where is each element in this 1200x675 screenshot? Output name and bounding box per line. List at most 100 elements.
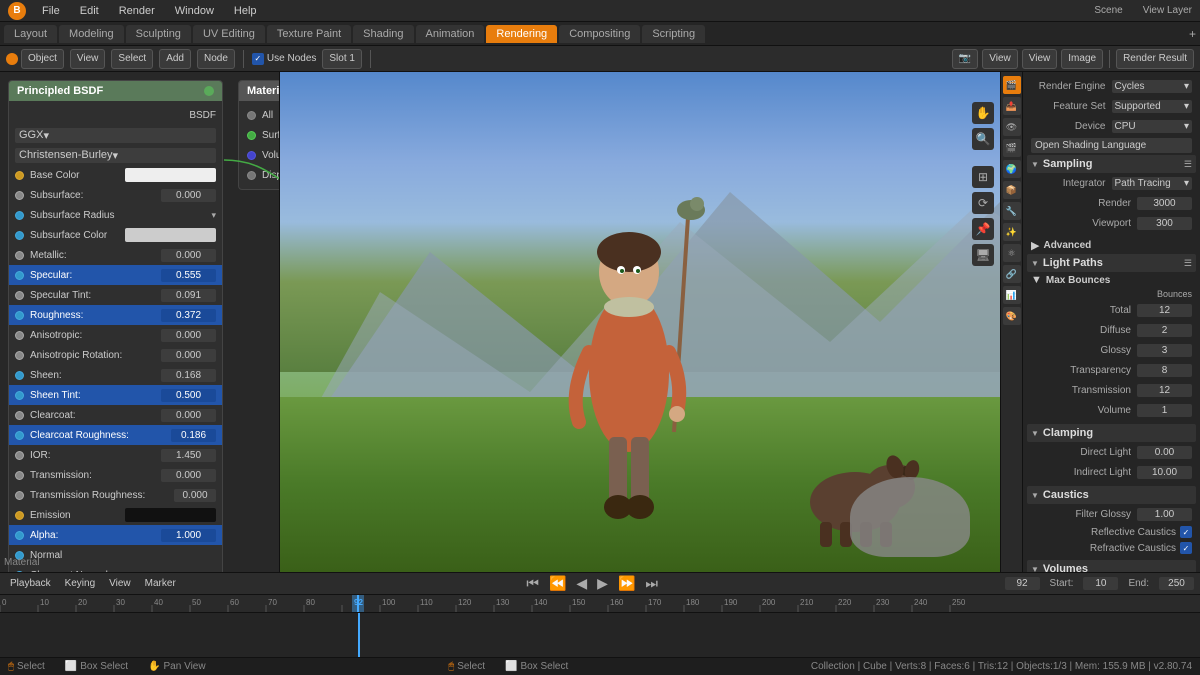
node-row-base-color[interactable]: Base Color — [9, 165, 222, 185]
subsurface-field[interactable] — [161, 189, 216, 202]
render-view-icon[interactable]: 📷 — [952, 49, 978, 69]
transmission-bounces-value[interactable]: 12 — [1137, 384, 1192, 397]
render-view[interactable]: ✋ 🔍 ⊞ ⟳ 📌 🖥 — [280, 72, 1000, 572]
tl-view-menu[interactable]: View — [105, 576, 135, 591]
sampling-header[interactable]: ▼ Sampling ☰ — [1027, 155, 1196, 173]
use-nodes-checkbox[interactable]: ✓ Use Nodes — [252, 53, 316, 65]
subsurface-method-select[interactable]: Christensen-Burley ▾ — [15, 148, 216, 163]
node-row-emission[interactable]: Emission — [9, 505, 222, 525]
light-paths-header[interactable]: ▼ Light Paths ☰ — [1027, 254, 1196, 272]
metallic-field[interactable] — [161, 249, 216, 262]
prop-icon-data[interactable]: 📊 — [1003, 286, 1021, 304]
tab-animation[interactable]: Animation — [416, 25, 485, 43]
tl-playback-menu[interactable]: Playback — [6, 576, 55, 591]
viewport-samples-value[interactable]: 300 — [1137, 217, 1192, 230]
diffuse-value[interactable]: 2 — [1137, 324, 1192, 337]
mat-out-row-all[interactable]: All — [239, 105, 279, 125]
alpha-field[interactable] — [161, 529, 216, 542]
timeline-track-area[interactable]: 0 10 20 30 40 50 60 70 80 — [0, 595, 1200, 657]
tab-rendering[interactable]: Rendering — [486, 25, 557, 43]
render-view-btn2[interactable]: View — [1022, 49, 1058, 69]
node-row-normal[interactable]: Normal — [9, 545, 222, 565]
render-samples-value[interactable]: 3000 — [1137, 197, 1192, 210]
sheen-field[interactable] — [161, 369, 216, 382]
render-view-btn[interactable]: View — [982, 49, 1018, 69]
volume-value[interactable]: 1 — [1137, 404, 1192, 417]
tab-shading[interactable]: Shading — [353, 25, 413, 43]
volumes-header[interactable]: ▼ Volumes — [1027, 560, 1196, 572]
render-icon-hand[interactable]: ✋ — [972, 102, 994, 124]
prop-icon-output[interactable]: 📤 — [1003, 97, 1021, 115]
view-layer-selector[interactable]: View Layer — [1143, 5, 1192, 16]
mat-out-row-displacement[interactable]: Displacement — [239, 165, 279, 185]
prop-icon-physics[interactable]: ⚛ — [1003, 244, 1021, 262]
principled-bsdf-node[interactable]: Principled BSDF BSDF GGX ▾ — [8, 80, 223, 572]
material-output-node[interactable]: Material Out... All Surface Volume — [238, 80, 279, 190]
anisotropic-field[interactable] — [161, 329, 216, 342]
track-area[interactable] — [0, 613, 1200, 657]
prop-icon-view[interactable]: 👁 — [1003, 118, 1021, 136]
node-row-sheen-tint[interactable]: Sheen Tint: — [9, 385, 222, 405]
specular-field[interactable] — [161, 269, 216, 282]
render-icon-display[interactable]: 🖥 — [972, 244, 994, 266]
tl-step-fwd-btn[interactable]: ⏩ — [616, 575, 637, 592]
node-row-subsurface[interactable]: Subsurface: — [9, 185, 222, 205]
mode-selector[interactable]: Object — [21, 49, 64, 69]
mat-out-row-volume[interactable]: Volume — [239, 145, 279, 165]
feature-set-select[interactable]: Supported ▾ — [1112, 100, 1193, 113]
node-row-subsurface-radius[interactable]: Subsurface Radius ▾ — [9, 205, 222, 225]
menu-render[interactable]: Render — [115, 3, 159, 19]
subsurface-color-value[interactable] — [125, 228, 216, 242]
transparency-value[interactable]: 8 — [1137, 364, 1192, 377]
node-row-clearcoat-normal[interactable]: Clearcoat Normal — [9, 565, 222, 572]
transmission-roughness-field[interactable] — [174, 489, 216, 502]
node-row-subsurface-color[interactable]: Subsurface Color — [9, 225, 222, 245]
light-paths-menu-icon[interactable]: ☰ — [1184, 258, 1192, 269]
start-frame-display[interactable]: 10 — [1083, 577, 1118, 590]
node-row-transmission-roughness[interactable]: Transmission Roughness: — [9, 485, 222, 505]
tl-marker-menu[interactable]: Marker — [141, 576, 180, 591]
node-row-alpha[interactable]: Alpha: — [9, 525, 222, 545]
add-btn[interactable]: Add — [159, 49, 191, 69]
ior-field[interactable] — [161, 449, 216, 462]
node-row-anisotropic[interactable]: Anisotropic: — [9, 325, 222, 345]
tab-layout[interactable]: Layout — [4, 25, 57, 43]
slot-selector[interactable]: Slot 1 — [322, 49, 362, 69]
view-btn[interactable]: View — [70, 49, 106, 69]
anisotropic-rotation-field[interactable] — [161, 349, 216, 362]
render-image-btn[interactable]: Image — [1061, 49, 1103, 69]
node-row-roughness[interactable]: Roughness: — [9, 305, 222, 325]
refractive-caustics-check[interactable]: ✓ — [1180, 542, 1192, 554]
prop-icon-render[interactable]: 🎬 — [1003, 76, 1021, 94]
tab-sculpting[interactable]: Sculpting — [126, 25, 191, 43]
node-row-distribution[interactable]: GGX ▾ — [9, 125, 222, 145]
menu-file[interactable]: File — [38, 3, 64, 19]
sampling-menu-icon[interactable]: ☰ — [1184, 159, 1192, 170]
tl-keying-menu[interactable]: Keying — [61, 576, 100, 591]
prop-icon-particles[interactable]: ✨ — [1003, 223, 1021, 241]
tab-texture-paint[interactable]: Texture Paint — [267, 25, 351, 43]
node-row-sheen[interactable]: Sheen: — [9, 365, 222, 385]
clearcoat-roughness-field[interactable] — [171, 429, 216, 442]
base-color-value[interactable] — [125, 168, 216, 182]
tl-play-btn[interactable]: ▶ — [595, 575, 610, 592]
render-icon-grid[interactable]: ⊞ — [972, 166, 994, 188]
node-row-specular[interactable]: Specular: — [9, 265, 222, 285]
prop-icon-material[interactable]: 🎨 — [1003, 307, 1021, 325]
caustics-header[interactable]: ▼ Caustics — [1027, 486, 1196, 504]
end-frame-display[interactable]: 250 — [1159, 577, 1194, 590]
shader-node-editor[interactable]: Principled BSDF BSDF GGX ▾ — [0, 72, 279, 572]
render-result-selector[interactable]: Render Result — [1116, 49, 1194, 69]
node-row-specular-tint[interactable]: Specular Tint: — [9, 285, 222, 305]
menu-window[interactable]: Window — [171, 3, 218, 19]
clamping-header[interactable]: ▼ Clamping — [1027, 424, 1196, 442]
node-btn[interactable]: Node — [197, 49, 235, 69]
distribution-select[interactable]: GGX ▾ — [15, 128, 216, 143]
integrator-select[interactable]: Path Tracing ▾ — [1112, 177, 1193, 190]
mat-out-row-surface[interactable]: Surface — [239, 125, 279, 145]
tab-uv-editing[interactable]: UV Editing — [193, 25, 265, 43]
device-select[interactable]: CPU ▾ — [1112, 120, 1193, 133]
transmission-field[interactable] — [161, 469, 216, 482]
timeline-content[interactable]: 0 10 20 30 40 50 60 70 80 — [0, 595, 1200, 657]
node-row-clearcoat[interactable]: Clearcoat: — [9, 405, 222, 425]
